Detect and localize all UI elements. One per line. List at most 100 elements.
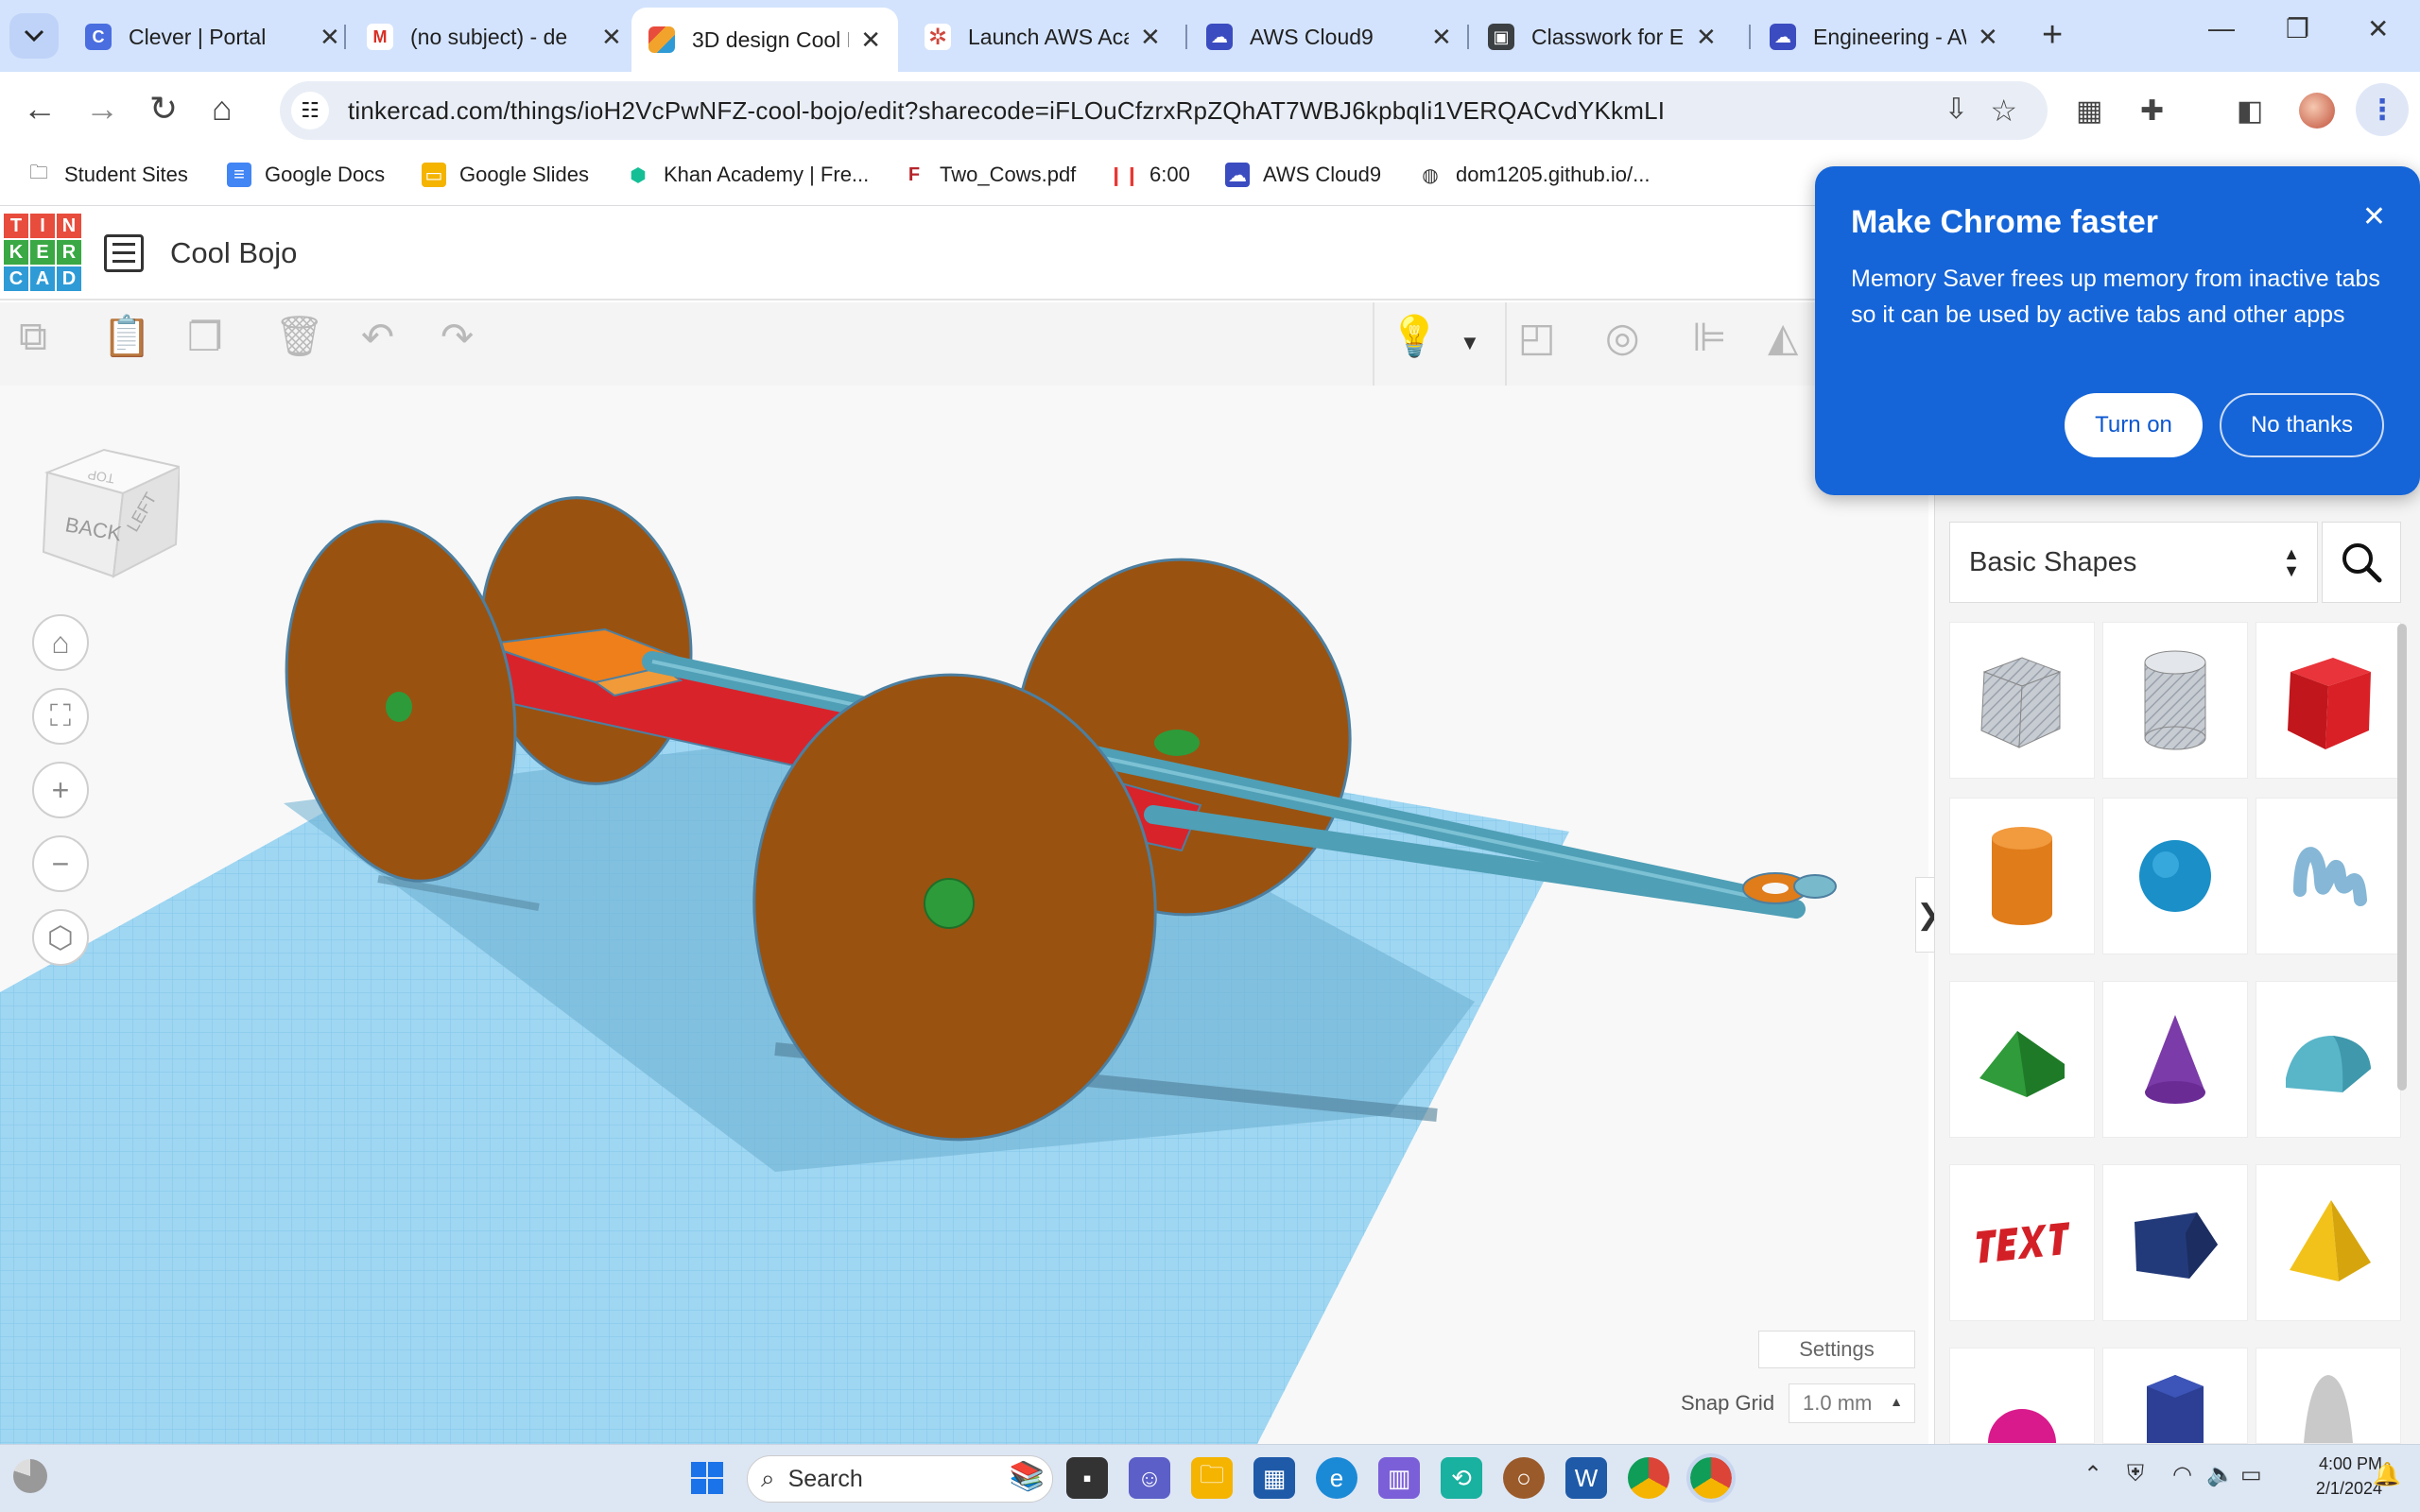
battery-icon[interactable]: ▭ xyxy=(2240,1461,2262,1488)
avatar[interactable] xyxy=(2299,93,2335,129)
mirror-icon[interactable]: ◭ xyxy=(1768,314,1798,360)
perspective-icon[interactable]: ⬡ xyxy=(32,909,89,966)
taskbar-clock[interactable]: 4:00 PM 2/1/2024 xyxy=(2269,1452,2382,1501)
shape-polygon[interactable] xyxy=(2102,1164,2248,1321)
close-icon[interactable]: ✕ xyxy=(1140,23,1161,52)
store-icon[interactable]: ▦ xyxy=(1253,1457,1295,1499)
close-icon[interactable]: ✕ xyxy=(1431,23,1452,52)
wifi-icon[interactable]: ◠ xyxy=(2172,1461,2192,1488)
sync-app-icon[interactable]: ⟲ xyxy=(1441,1457,1482,1499)
undo-icon[interactable]: ↶ xyxy=(361,314,394,360)
bookmark-google-slides[interactable]: ▭ Google Slides xyxy=(422,163,589,187)
shape-hexagonal-prism[interactable] xyxy=(2102,1348,2248,1444)
home-icon[interactable]: ⌂ xyxy=(212,89,233,129)
circle-app-icon[interactable]: ○ xyxy=(1503,1457,1545,1499)
chrome-active-icon[interactable] xyxy=(1686,1453,1736,1503)
shape-box[interactable] xyxy=(2256,622,2401,779)
minimize-icon[interactable]: — xyxy=(2208,13,2235,43)
bookmark-student-sites[interactable]: 🗀 Student Sites xyxy=(26,163,188,187)
bookmark-timer[interactable]: ❙❙ 6:00 xyxy=(1108,163,1190,187)
url-text[interactable]: tinkercad.com/things/ioH2VcPwNFZ-cool-bo… xyxy=(348,96,1665,126)
tab-engineering[interactable]: ☁ Engineering - AW ✕ xyxy=(1753,9,2015,64)
settings-button[interactable]: Settings xyxy=(1758,1331,1915,1368)
no-thanks-button[interactable]: No thanks xyxy=(2220,393,2384,457)
shape-box-hole[interactable] xyxy=(1949,622,2095,779)
word-icon[interactable]: W xyxy=(1565,1457,1607,1499)
teams-chat-icon[interactable]: ☺ xyxy=(1129,1457,1170,1499)
tab-clever[interactable]: C Clever | Portal ✕ xyxy=(68,9,357,64)
reload-icon[interactable]: ↻ xyxy=(149,89,178,129)
zoom-out-icon[interactable]: − xyxy=(32,835,89,892)
edge-icon[interactable]: e xyxy=(1316,1457,1357,1499)
back-icon[interactable]: ← xyxy=(23,89,57,129)
shape-sphere[interactable] xyxy=(2102,798,2248,954)
chrome-icon[interactable] xyxy=(1628,1457,1669,1499)
install-app-icon[interactable]: ⇩ xyxy=(1945,93,1968,126)
volume-icon[interactable]: 🔈 xyxy=(2206,1461,2235,1488)
extensions-puzzle-icon[interactable]: ✚ xyxy=(2140,94,2164,128)
shape-cylinder[interactable] xyxy=(1949,798,2095,954)
restore-icon[interactable]: ❐ xyxy=(2286,13,2309,44)
side-panel-icon[interactable]: ◧ xyxy=(2237,94,2263,128)
shapes-category-select[interactable]: Basic Shapes ▲ ▼ xyxy=(1949,522,2318,603)
extension-icon[interactable]: ▦ xyxy=(2076,94,2102,128)
shape-cone[interactable] xyxy=(2102,981,2248,1138)
duplicate-icon[interactable]: ❐ xyxy=(187,314,223,360)
tab-cloud9[interactable]: ☁ AWS Cloud9 ✕ xyxy=(1189,9,1469,64)
site-info-icon[interactable]: ☷ xyxy=(291,92,329,129)
tray-chevron-icon[interactable]: ⌃ xyxy=(2083,1461,2102,1488)
bookmark-star-icon[interactable]: ☆ xyxy=(1990,93,2017,129)
design-list-icon[interactable] xyxy=(104,234,144,272)
close-icon[interactable]: ✕ xyxy=(1978,23,1998,52)
shapes-search-button[interactable] xyxy=(2322,522,2401,603)
taskbar-search[interactable]: ⌕ Search 📚 xyxy=(747,1455,1053,1503)
file-explorer-icon[interactable]: 🗀 xyxy=(1191,1457,1233,1499)
antivirus-icon[interactable]: ⛨ xyxy=(2127,1461,2144,1487)
close-window-icon[interactable]: ✕ xyxy=(2367,13,2389,44)
bookmark-google-docs[interactable]: ≡ Google Docs xyxy=(227,163,385,187)
3d-scene[interactable] xyxy=(0,386,1928,1444)
tab-tinkercad[interactable]: 3D design Cool B ✕ xyxy=(631,8,898,72)
shape-sphere-magenta[interactable] xyxy=(1949,1348,2095,1444)
chrome-menu-icon[interactable]: ⋮ xyxy=(2356,83,2409,136)
close-icon[interactable]: ✕ xyxy=(601,23,622,52)
ungroup-icon[interactable]: ◎ xyxy=(1605,314,1640,360)
paste-icon[interactable]: 📋 xyxy=(102,314,151,360)
dropdown-caret-icon[interactable]: ▼ xyxy=(1460,331,1480,355)
redo-icon[interactable]: ↷ xyxy=(441,314,474,360)
shape-round-roof[interactable] xyxy=(2256,981,2401,1138)
lightbulb-icon[interactable]: 💡 xyxy=(1390,314,1439,360)
tab-classwork[interactable]: ▣ Classwork for En ✕ xyxy=(1471,9,1734,64)
tab-gmail[interactable]: M (no subject) - de ✕ xyxy=(350,9,639,64)
shape-cylinder-hole[interactable] xyxy=(2102,622,2248,779)
bookmark-aws-cloud9[interactable]: ☁ AWS Cloud9 xyxy=(1225,163,1381,187)
windows-start-icon[interactable] xyxy=(686,1457,728,1499)
delete-icon[interactable]: 🗑 xyxy=(274,314,324,360)
notification-bell-icon[interactable]: 🔔 xyxy=(2373,1461,2401,1488)
shape-text[interactable] xyxy=(1949,1164,2095,1321)
shape-paraboloid[interactable] xyxy=(2256,1348,2401,1444)
bookmark-khan-academy[interactable]: ⬢ Khan Academy | Fre... xyxy=(626,163,869,187)
shape-pyramid[interactable] xyxy=(2256,1164,2401,1321)
app-icon[interactable]: ▥ xyxy=(1378,1457,1420,1499)
bookmark-two-cows[interactable]: F Two_Cows.pdf xyxy=(902,163,1076,187)
fit-view-icon[interactable]: ⛶ xyxy=(32,688,89,745)
forward-icon[interactable]: → xyxy=(85,89,119,129)
new-tab-button[interactable]: + xyxy=(2042,15,2063,56)
close-icon[interactable]: ✕ xyxy=(860,26,881,55)
view-cube[interactable]: BACK LEFT TOP xyxy=(38,435,183,591)
tab-aws-academy[interactable]: ✲ Launch AWS Aca ✕ xyxy=(908,9,1178,64)
close-icon[interactable]: ✕ xyxy=(1696,23,1717,52)
tab-search-button[interactable] xyxy=(9,13,59,59)
task-view-icon[interactable]: ▪ xyxy=(1066,1457,1108,1499)
bookmark-github-io[interactable]: ◍ dom1205.github.io/... xyxy=(1418,163,1650,187)
turn-on-button[interactable]: Turn on xyxy=(2065,393,2203,457)
zoom-in-icon[interactable]: + xyxy=(32,762,89,818)
design-title[interactable]: Cool Bojo xyxy=(170,236,297,270)
workplane[interactable] xyxy=(0,386,1928,1444)
copy-icon[interactable]: ⧉ xyxy=(19,314,47,360)
close-icon[interactable]: ✕ xyxy=(320,23,340,52)
shape-roof[interactable] xyxy=(1949,981,2095,1138)
shapes-scrollbar[interactable] xyxy=(2397,624,2407,1091)
snap-grid-select[interactable]: 1.0 mm ▲ xyxy=(1789,1383,1915,1423)
